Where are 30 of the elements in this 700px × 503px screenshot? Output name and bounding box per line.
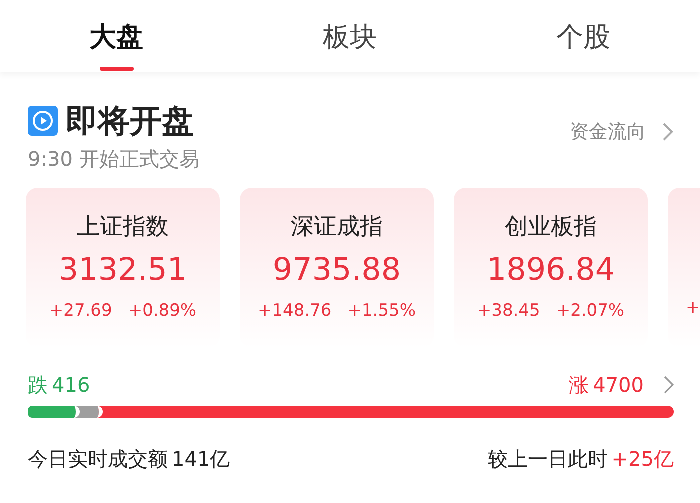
index-value: 9735.88: [272, 250, 402, 290]
chevron-right-icon: [664, 376, 674, 394]
turnover-label: 今日实时成交额: [28, 446, 168, 474]
index-change: +: [686, 297, 700, 320]
compare-label: 较上一日此时: [488, 446, 608, 474]
play-icon: [28, 106, 58, 136]
index-percent: +2.07%: [556, 300, 625, 324]
advance-count: 4700: [593, 372, 644, 400]
advance-label: 涨: [569, 372, 590, 400]
turnover-value: 141亿: [172, 446, 230, 474]
decline-count: 416: [52, 372, 90, 400]
capital-flow-link[interactable]: 资金流向: [570, 118, 674, 146]
compare-value: +25亿: [612, 446, 674, 474]
tab[interactable]: 个股: [466, 0, 700, 72]
section-subtitle: 9:30 开始正式交易: [28, 146, 200, 174]
index-change: +38.45: [477, 300, 540, 324]
chevron-right-icon: [662, 122, 674, 142]
section-title: 即将开盘: [66, 102, 194, 140]
index-name: 深证成指: [290, 213, 384, 242]
index-change: +148.76: [258, 300, 332, 324]
tab[interactable]: 大盘: [0, 0, 234, 72]
index-name: 创业板指: [504, 213, 598, 242]
index-value: 1896.84: [486, 250, 616, 290]
index-percent: +1.55%: [348, 300, 416, 324]
index-value: 3132.51: [58, 250, 188, 290]
decline-label: 跌: [28, 372, 48, 400]
index-percent: +0.89%: [128, 300, 197, 324]
index-change: +27.69: [49, 300, 112, 324]
index-name: 上证指数: [76, 213, 170, 242]
tab[interactable]: 板块: [233, 0, 467, 72]
